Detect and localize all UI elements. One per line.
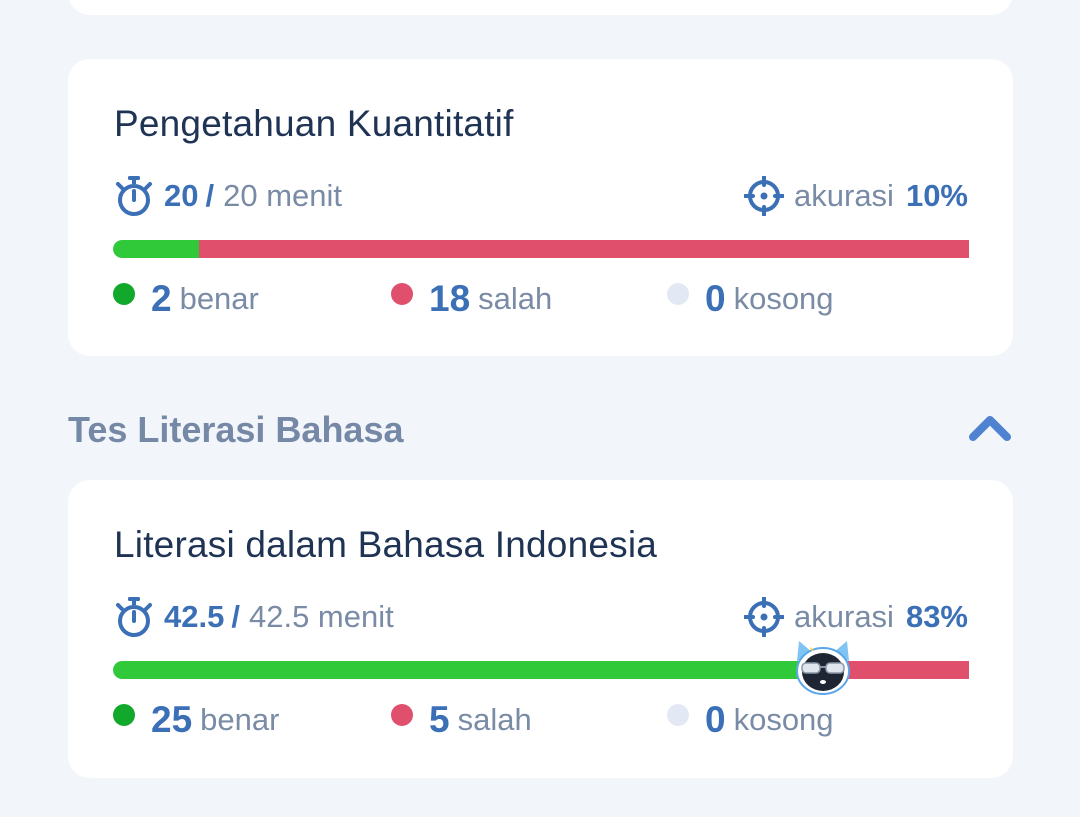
- empty-label: kosong: [733, 702, 834, 737]
- subtest-title: Pengetahuan Kuantitatif: [114, 103, 514, 144]
- accuracy-value: 10%: [905, 178, 968, 213]
- time-used: 42.5: [164, 599, 225, 634]
- chevron-up-icon[interactable]: [967, 410, 1013, 444]
- time-total: 42.5 menit: [248, 599, 394, 634]
- accuracy-label: akurasi: [794, 599, 894, 634]
- wrong-dot-icon: [391, 283, 413, 305]
- time-total: 20 menit: [223, 178, 343, 213]
- legend-wrong: 18 salah: [391, 277, 552, 321]
- correct-label: benar: [200, 702, 280, 737]
- target-icon: [744, 176, 785, 216]
- progress-correct-segment: [113, 240, 199, 258]
- stopwatch-icon: [116, 597, 152, 637]
- wrong-dot-icon: [391, 704, 413, 726]
- correct-count: 2: [151, 278, 172, 319]
- empty-dot-icon: [667, 283, 689, 305]
- correct-count: 25: [151, 699, 193, 740]
- progress-correct-segment: [113, 661, 824, 679]
- correct-dot-icon: [113, 704, 135, 726]
- empty-count: 0: [705, 699, 726, 740]
- correct-label: benar: [179, 281, 259, 316]
- wrong-label: salah: [457, 702, 532, 737]
- time-separator: /: [205, 178, 215, 213]
- accuracy-label: akurasi: [794, 178, 894, 213]
- target-icon: [744, 597, 785, 637]
- subtest-card-kuantitatif: Pengetahuan Kuantitatif 20 / 20 menit ak…: [68, 59, 1013, 356]
- time-summary: 20 / 20 menit: [114, 173, 342, 219]
- time-separator: /: [231, 599, 240, 634]
- progress-wrong-segment: [198, 240, 969, 258]
- empty-label: kosong: [733, 281, 834, 316]
- accuracy-summary: akurasi 83%: [744, 594, 968, 640]
- legend-wrong: 5 salah: [391, 698, 532, 742]
- subtest-title: Literasi dalam Bahasa Indonesia: [114, 524, 658, 565]
- legend-correct: 2 benar: [113, 277, 259, 321]
- wrong-count: 5: [429, 699, 450, 740]
- empty-count: 0: [705, 278, 726, 319]
- legend-correct: 25 benar: [113, 698, 279, 742]
- score-progress-bar: [113, 240, 969, 258]
- legend-empty: 0 kosong: [667, 698, 834, 742]
- previous-result-card: [68, 0, 1013, 15]
- stopwatch-icon: [116, 176, 152, 216]
- mascot-cat-icon: [796, 641, 851, 695]
- wrong-count: 18: [429, 278, 471, 319]
- legend-empty: 0 kosong: [667, 277, 834, 321]
- correct-dot-icon: [113, 283, 135, 305]
- subtest-card-literasi-indonesia: Literasi dalam Bahasa Indonesia 42.5 / 4…: [68, 480, 1013, 778]
- results-page: Pengetahuan Kuantitatif 20 / 20 menit ak…: [0, 0, 1080, 817]
- accuracy-value: 83%: [905, 599, 968, 634]
- wrong-label: salah: [478, 281, 553, 316]
- time-summary: 42.5 / 42.5 menit: [114, 594, 394, 640]
- accuracy-summary: akurasi 10%: [744, 173, 968, 219]
- section-title: Tes Literasi Bahasa: [68, 409, 404, 450]
- time-used: 20: [164, 178, 199, 213]
- empty-dot-icon: [667, 704, 689, 726]
